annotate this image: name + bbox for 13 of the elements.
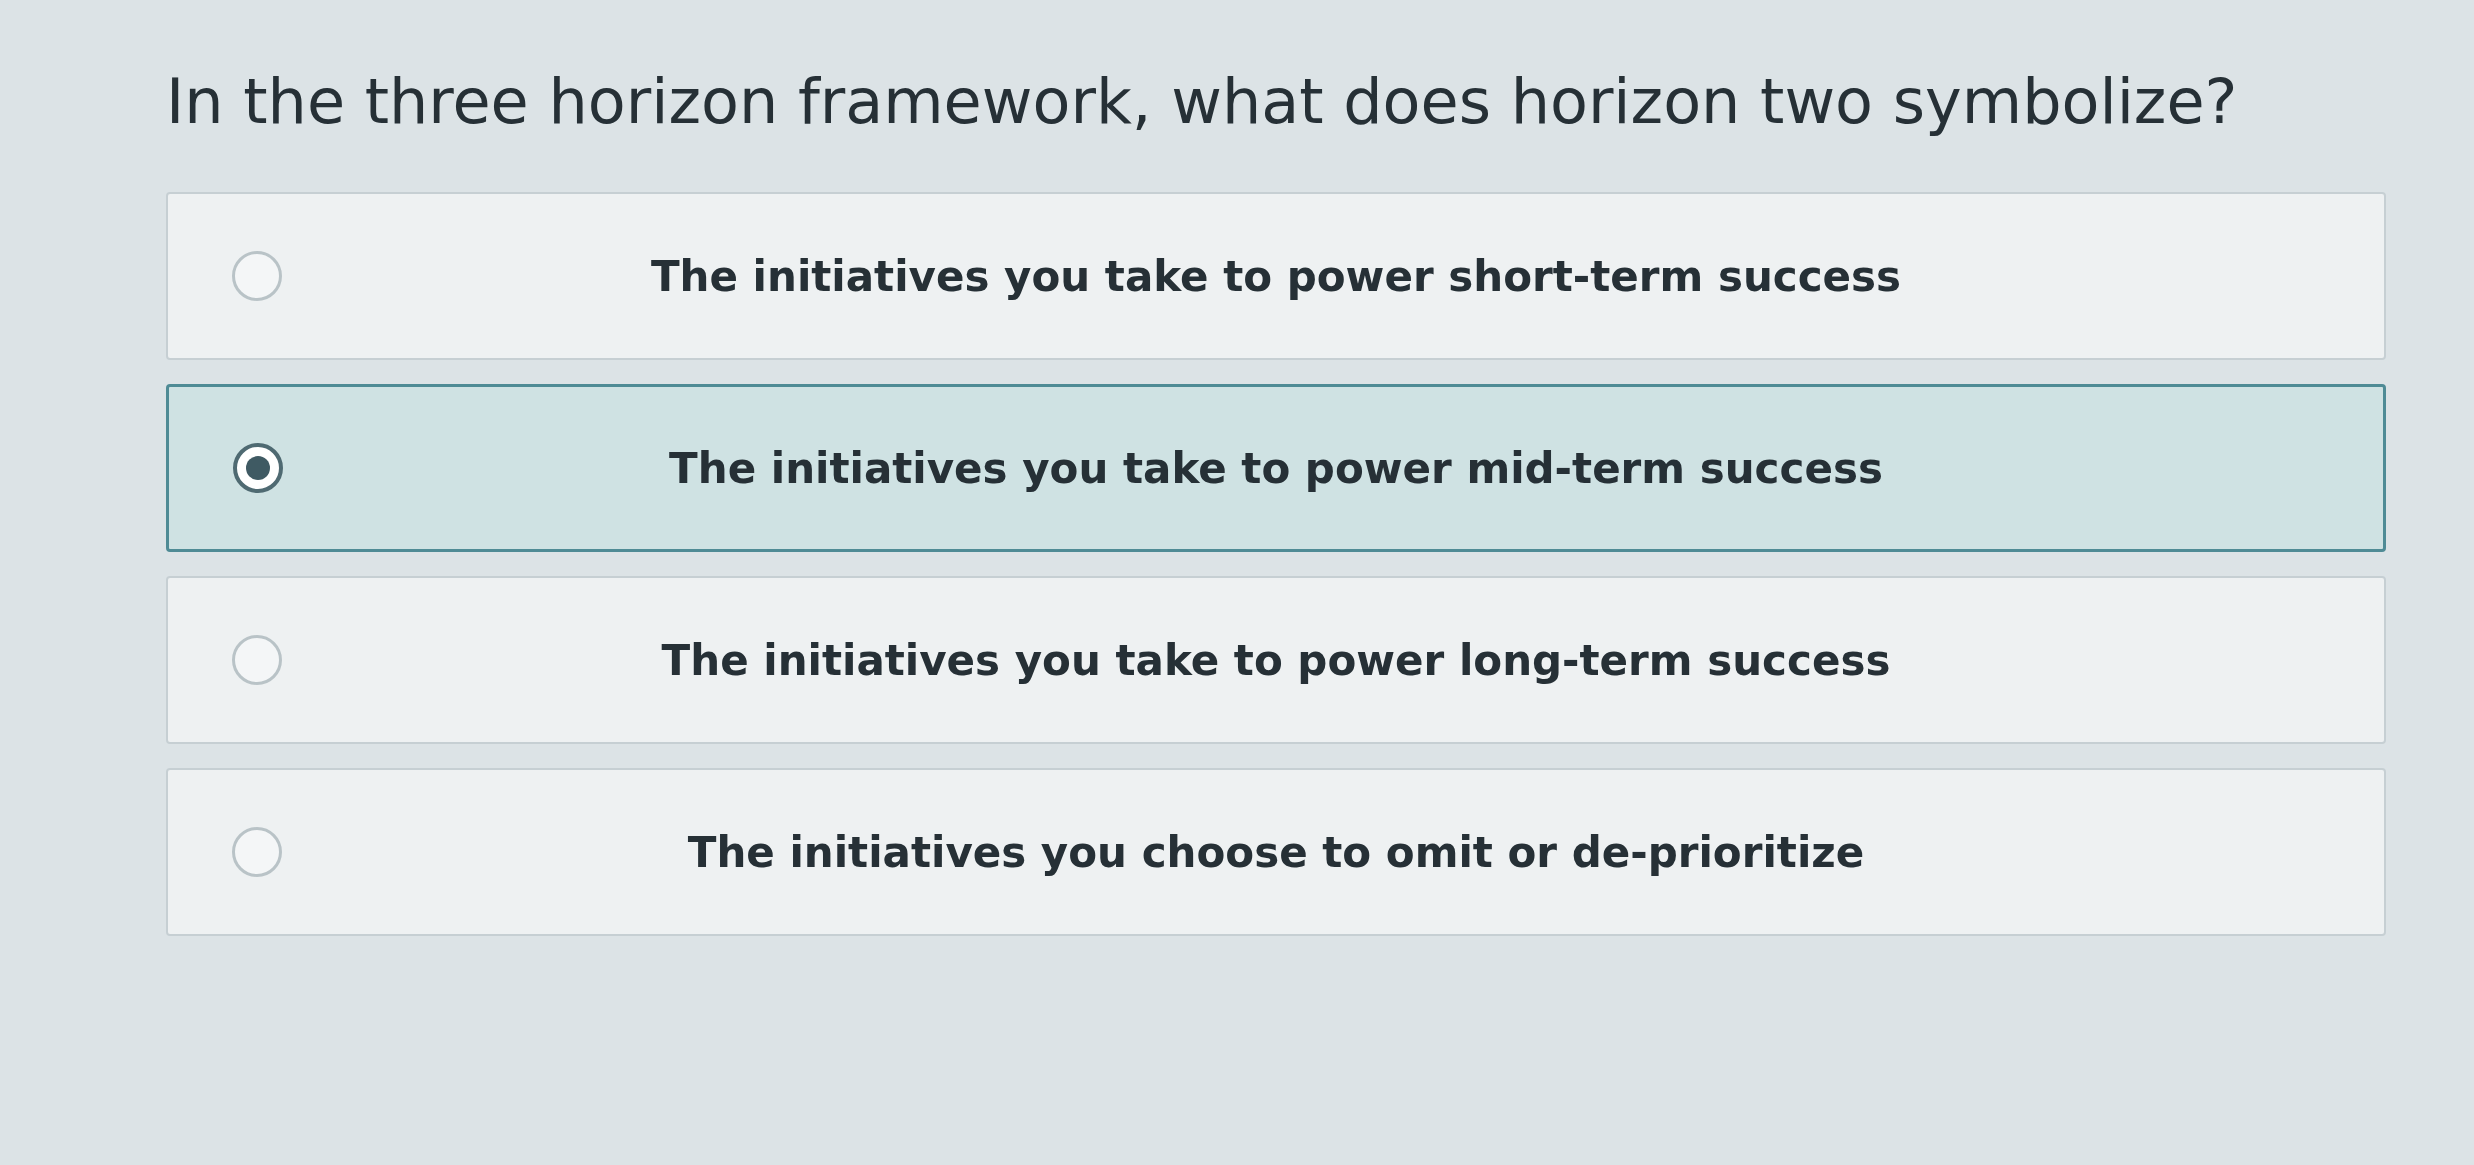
option-label: The initiatives you choose to omit or de-prioritize — [687, 826, 1865, 879]
question-text: In the three horizon framework, what does horizon two symbolize? — [166, 64, 2239, 140]
radio-button[interactable] — [232, 827, 282, 877]
radio-button[interactable] — [232, 635, 282, 685]
answer-option[interactable]: The initiatives you take to power short-term success — [166, 192, 2386, 360]
radio-button[interactable] — [232, 251, 282, 301]
option-label: The initiatives you take to power short-term success — [650, 250, 1902, 303]
option-label: The initiatives you take to power mid-term success — [669, 442, 1883, 495]
answer-option[interactable]: The initiatives you take to power mid-term success — [166, 384, 2386, 552]
answer-option[interactable]: The initiatives you choose to omit or de-prioritize — [166, 768, 2386, 936]
option-label: The initiatives you take to power long-term success — [661, 634, 1891, 687]
answer-option[interactable]: The initiatives you take to power long-term success — [166, 576, 2386, 744]
radio-button[interactable] — [233, 443, 283, 493]
